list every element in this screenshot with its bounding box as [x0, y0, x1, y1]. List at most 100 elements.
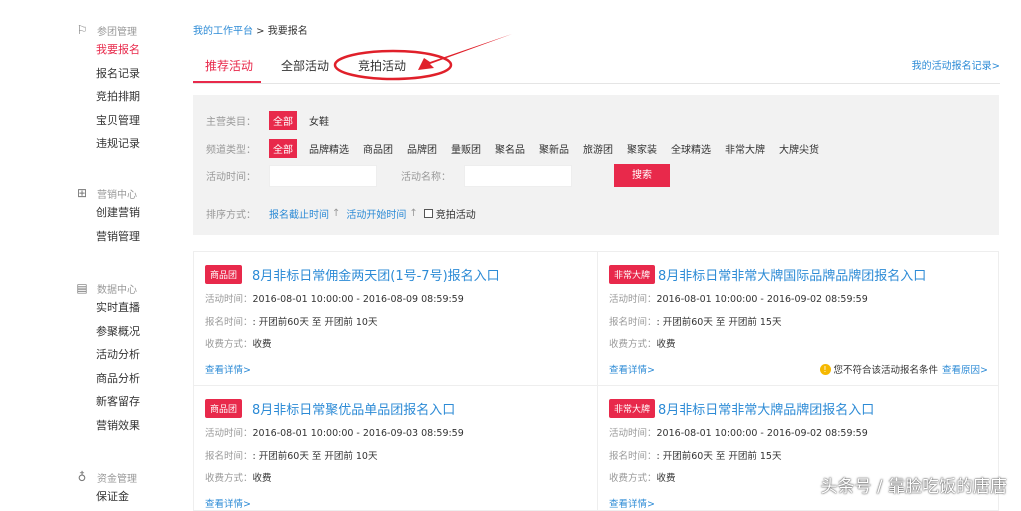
- sidebar-item[interactable]: 违规记录: [96, 132, 140, 156]
- tab-bar: 推荐活动 全部活动 竞拍活动 我的活动报名记录>: [193, 52, 1000, 84]
- sidebar-group: ▤ 数据中心 实时直播 参聚概况 活动分析 商品分析 新客留存 营销效果: [75, 280, 140, 437]
- activity-tag: 商品团: [205, 399, 243, 418]
- category-chip[interactable]: 女鞋: [305, 111, 333, 130]
- sidebar-group-label: 营销中心: [97, 189, 137, 201]
- auction-checkbox-label: 竞拍活动: [435, 210, 476, 221]
- activity-title[interactable]: 8月非标日常非常大牌品牌团报名入口: [658, 399, 874, 418]
- activity-signup: 报名时间：: 开团前60天 至 开团前 10天: [205, 448, 377, 462]
- name-label: 活动名称：: [401, 172, 451, 183]
- sort-label: 排序方式：: [206, 210, 256, 221]
- channel-chip[interactable]: 全球精选: [667, 139, 715, 158]
- activity-title[interactable]: 8月非标日常佣金两天团(1号-7号)报名入口: [252, 265, 500, 284]
- sidebar-item[interactable]: 商品分析: [96, 367, 140, 391]
- sidebar-item[interactable]: 新客留存: [96, 390, 140, 414]
- flag-icon: ⚐: [76, 23, 88, 37]
- activity-time: 活动时间：2016-08-01 10:00:00 - 2016-09-03 08…: [205, 425, 464, 439]
- money-bag-icon: ♁: [77, 470, 87, 484]
- search-button[interactable]: 搜索: [614, 164, 670, 187]
- channel-chip[interactable]: 大牌尖货: [775, 139, 823, 158]
- sidebar-group-title: ♁ 资金管理: [75, 469, 137, 485]
- channel-chip[interactable]: 品牌精选: [305, 139, 353, 158]
- activity-signup-label: 报名时间：: [205, 317, 253, 328]
- channel-chip[interactable]: 聚家装: [623, 139, 661, 158]
- sidebar-item[interactable]: 营销效果: [96, 414, 140, 438]
- activity-title[interactable]: 8月非标日常非常大牌国际品牌品牌团报名入口: [658, 265, 926, 284]
- activity-signup-value: : 开团前60天 至 开团前 15天: [656, 451, 782, 462]
- sidebar-item[interactable]: 活动分析: [96, 343, 140, 367]
- sidebar-item[interactable]: 竞拍排期: [96, 85, 140, 109]
- sort-arrow-icon: ↑: [332, 208, 341, 219]
- activity-fee: 收费方式：收费: [205, 470, 272, 484]
- activity-time-value: 2016-08-01 10:00:00 - 2016-09-02 08:59:5…: [656, 294, 868, 305]
- activity-fee-value: 收费: [656, 473, 676, 484]
- activity-time-value: 2016-08-01 10:00:00 - 2016-09-03 08:59:5…: [252, 428, 464, 439]
- sidebar-item[interactable]: 实时直播: [96, 296, 140, 320]
- activity-card: 非常大牌 8月非标日常非常大牌国际品牌品牌团报名入口 活动时间：2016-08-01…: [597, 252, 998, 386]
- sort-activity-start[interactable]: 活动开始时间: [346, 206, 406, 221]
- sidebar-group-title: ⚐ 参团管理: [75, 22, 140, 38]
- eligibility-warning: ! 您不符合该活动报名条件 查看原因>: [819, 362, 988, 376]
- channel-chip[interactable]: 非常大牌: [721, 139, 769, 158]
- sidebar-group-label: 资金管理: [97, 473, 137, 485]
- sidebar-group: ♁ 资金管理 保证金: [75, 469, 137, 509]
- activity-time: 活动时间：2016-08-01 10:00:00 - 2016-08-09 08…: [205, 291, 464, 305]
- activity-fee-label: 收费方式：: [609, 339, 657, 350]
- view-details-link[interactable]: 查看详情>: [609, 496, 655, 510]
- activity-tag: 非常大牌: [609, 265, 656, 284]
- activity-fee-label: 收费方式：: [205, 473, 253, 484]
- time-label: 活动时间：: [206, 172, 256, 183]
- activity-time-input[interactable]: [269, 164, 377, 187]
- watermark: 头条号 / 靠脸吃饭的唐唐: [820, 477, 1007, 497]
- breadcrumb-home[interactable]: 我的工作平台: [193, 26, 253, 37]
- view-reason-link[interactable]: 查看原因>: [942, 362, 988, 376]
- activity-card: 商品团 8月非标日常聚优品单品团报名入口活动时间：2016-08-01 10:00…: [194, 386, 597, 510]
- sort-signup-deadline[interactable]: 报名截止时间: [269, 206, 329, 221]
- activity-time-label: 活动时间：: [609, 294, 657, 305]
- view-details-link[interactable]: 查看详情>: [205, 362, 251, 376]
- view-details-link[interactable]: 查看详情>: [205, 496, 251, 510]
- breadcrumb-current: 我要报名: [267, 26, 308, 37]
- activity-signup-label: 报名时间：: [609, 317, 657, 328]
- tab-auction[interactable]: 竞拍活动: [358, 57, 406, 74]
- sidebar-group: ⊞ 营销中心 创建营销 营销管理: [75, 185, 140, 248]
- sidebar-item[interactable]: 参聚概况: [96, 320, 140, 344]
- channel-chip[interactable]: 聚名品: [491, 139, 529, 158]
- channel-chip[interactable]: 品牌团: [403, 139, 441, 158]
- warning-icon: !: [819, 363, 831, 375]
- activity-name-input[interactable]: [464, 164, 572, 187]
- activity-tag: 商品团: [205, 265, 243, 284]
- activity-title[interactable]: 8月非标日常聚优品单品团报名入口: [252, 399, 455, 418]
- channel-chip[interactable]: 聚新品: [535, 139, 573, 158]
- activity-time: 活动时间：2016-08-01 10:00:00 - 2016-09-02 08…: [609, 425, 868, 439]
- activity-fee: 收费方式：收费: [609, 336, 676, 350]
- sidebar-item[interactable]: 我要报名: [96, 38, 140, 62]
- sidebar-item[interactable]: 报名记录: [96, 62, 140, 86]
- category-chip[interactable]: 全部: [269, 111, 297, 130]
- activity-fee-label: 收费方式：: [205, 339, 253, 350]
- activity-time: 活动时间：2016-08-01 10:00:00 - 2016-09-02 08…: [609, 291, 868, 305]
- activity-signup-value: : 开团前60天 至 开团前 10天: [252, 317, 378, 328]
- activity-signup-value: : 开团前60天 至 开团前 10天: [252, 451, 378, 462]
- sidebar-item[interactable]: 创建营销: [96, 201, 140, 225]
- activity-signup-label: 报名时间：: [609, 451, 657, 462]
- activity-fee: 收费方式：收费: [205, 336, 272, 350]
- my-records-link[interactable]: 我的活动报名记录>: [912, 57, 1000, 72]
- channel-chip[interactable]: 量贩团: [447, 139, 485, 158]
- channel-chip[interactable]: 商品团: [359, 139, 397, 158]
- activity-signup-label: 报名时间：: [205, 451, 253, 462]
- channel-chip[interactable]: 全部: [269, 139, 297, 158]
- tab-all[interactable]: 全部活动: [281, 57, 329, 74]
- filter-panel: 主营类目： 全部 女鞋 频道类型： 全部 品牌精选 商品团 品牌团 量贩团 聚名品 聚新品 旅游团聚…: [193, 95, 999, 235]
- view-details-link[interactable]: 查看详情>: [609, 362, 655, 376]
- tab-recommended[interactable]: 推荐活动: [205, 57, 253, 74]
- activity-tag: 非常大牌: [609, 399, 656, 418]
- sidebar-group-label: 参团管理: [97, 26, 137, 38]
- channel-chip[interactable]: 旅游团: [579, 139, 617, 158]
- chart-icon: ▤: [76, 281, 88, 295]
- sidebar-item[interactable]: 宝贝管理: [96, 109, 140, 133]
- activity-card: 商品团 8月非标日常佣金两天团(1号-7号)报名入口活动时间：2016-08-01…: [194, 252, 597, 386]
- auction-checkbox[interactable]: [423, 209, 433, 218]
- activity-fee-value: 收费: [252, 339, 272, 350]
- activity-fee: 收费方式：收费: [609, 470, 676, 484]
- sidebar-item[interactable]: 营销管理: [96, 225, 140, 249]
